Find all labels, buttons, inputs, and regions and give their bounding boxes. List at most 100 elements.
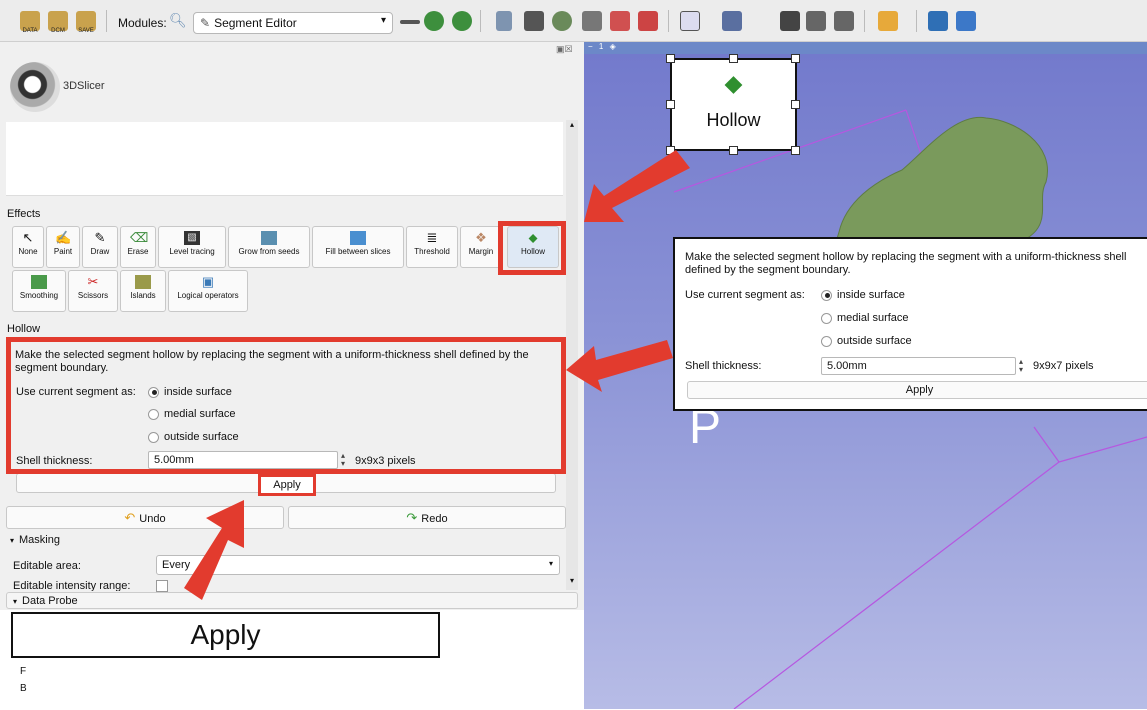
margin-icon: ❖	[475, 230, 487, 245]
resize-handle	[791, 54, 800, 63]
redo-label: Redo	[421, 513, 448, 525]
radio-label: medial surface	[837, 312, 909, 324]
probe-b-label: B	[20, 683, 27, 694]
resize-handle	[666, 100, 675, 109]
resize-handle	[791, 146, 800, 155]
data-probe-label: Data Probe	[22, 595, 78, 607]
module-search-icon[interactable]: 🔍︎	[169, 12, 187, 29]
effect-label: Draw	[90, 247, 110, 256]
effect-margin-button[interactable]: ❖ Margin	[460, 226, 502, 268]
spinbox-arrows-icon: ▴ ▾	[1019, 357, 1024, 374]
paint-icon: ✍	[55, 230, 72, 245]
editable-area-value: Every	[162, 559, 191, 571]
probe-f-label: F	[20, 666, 27, 677]
segmentation-table[interactable]	[6, 122, 563, 196]
effect-grow-from-seeds-button[interactable]: Grow from seeds	[228, 226, 310, 268]
segment-editor-icon: ✎	[200, 16, 211, 30]
extension-manager-icon[interactable]	[928, 11, 948, 31]
mouse-mode-icon[interactable]	[878, 11, 898, 31]
segment-editor-tool-icon[interactable]	[638, 11, 658, 31]
module-history-icon[interactable]	[400, 20, 420, 24]
effect-smoothing-button[interactable]: Smoothing	[12, 270, 66, 312]
apply-button[interactable]: Apply	[258, 474, 316, 496]
editable-area-select[interactable]: Every ▾	[156, 555, 560, 575]
resize-handle	[666, 54, 675, 63]
effect-none-button[interactable]: ↖ None	[12, 226, 44, 268]
extensions-icon[interactable]	[834, 11, 854, 31]
toolbar-separator	[106, 10, 107, 32]
resize-handle	[666, 146, 675, 155]
hollow-icon-callout: ⬥ Hollow	[670, 58, 797, 151]
options-zoom-callout: Make the selected segment hollow by repl…	[673, 237, 1147, 411]
level-tracing-icon: ▧	[184, 231, 200, 245]
masking-section-header[interactable]: ▾ Masking	[10, 534, 60, 546]
toolbar-separator	[916, 10, 917, 32]
radio-label: inside surface	[837, 289, 905, 301]
hollow-icon: ⬥	[724, 68, 743, 98]
draw-icon: ✎	[94, 230, 106, 245]
layout-icon[interactable]	[680, 11, 700, 31]
panel-scrollbar[interactable]	[566, 120, 578, 590]
models-icon[interactable]	[552, 11, 572, 31]
grow-from-seeds-icon	[261, 231, 277, 245]
editable-intensity-checkbox[interactable]	[156, 580, 168, 592]
volumes-icon[interactable]	[524, 11, 544, 31]
scroll-up-icon[interactable]: ▴	[566, 120, 578, 129]
effect-threshold-button[interactable]: ≣ Threshold	[406, 226, 458, 268]
effect-erase-button[interactable]: ⌫ Erase	[120, 226, 156, 268]
effect-level-tracing-button[interactable]: ▧ Level tracing	[158, 226, 226, 268]
zoom-outside-surface-radio: outside surface	[821, 335, 912, 347]
module-panel: ▣☒ 3DSlicer ▴ ▾ Effects ↖ None ✍ Paint ✎ Dr…	[0, 42, 584, 710]
effect-label: Grow from seeds	[238, 247, 300, 256]
effect-draw-button[interactable]: ✎ Draw	[82, 226, 118, 268]
scroll-down-icon[interactable]: ▾	[566, 576, 578, 585]
effect-paint-button[interactable]: ✍ Paint	[46, 226, 80, 268]
chevron-down-icon: ▾	[548, 559, 553, 568]
hollow-highlight-box	[498, 221, 566, 275]
resize-handle	[791, 100, 800, 109]
collapse-arrow-icon: ▾	[13, 597, 18, 606]
effect-fill-between-slices-button[interactable]: Fill between slices	[312, 226, 404, 268]
threshold-icon: ≣	[426, 230, 438, 245]
back-icon[interactable]	[424, 11, 444, 31]
markups-icon[interactable]	[610, 11, 630, 31]
effect-logical-operators-button[interactable]: ▣ Logical operators	[168, 270, 248, 312]
resize-handle	[729, 146, 738, 155]
effect-label: Islands	[130, 291, 156, 300]
toolbar-separator	[864, 10, 865, 32]
effect-scissors-button[interactable]: ✂ Scissors	[68, 270, 118, 312]
radio-icon	[821, 335, 832, 347]
data-label: DATA	[22, 28, 38, 34]
effects-label: Effects	[7, 208, 41, 220]
resize-handle	[729, 54, 738, 63]
islands-icon	[135, 275, 151, 289]
main-toolbar: DATA DCM SAVE Modules: 🔍︎ ✎ Segment Edito…	[0, 0, 1147, 42]
scene-view-icon[interactable]	[806, 11, 826, 31]
panel-float-close-icon[interactable]: ▣☒	[556, 44, 573, 55]
python-console-icon[interactable]	[956, 11, 976, 31]
dcm-label: DCM	[51, 28, 65, 34]
zoom-inside-surface-radio: inside surface	[821, 289, 905, 301]
undo-button[interactable]: ↶ Undo	[6, 506, 284, 529]
toolbar-separator	[668, 10, 669, 32]
transforms-icon[interactable]	[582, 11, 602, 31]
bbox-edge	[1058, 436, 1147, 463]
redo-button[interactable]: ↷ Redo	[288, 506, 566, 529]
effect-label: Erase	[127, 247, 149, 256]
effect-islands-button[interactable]: Islands	[120, 270, 166, 312]
zoom-use-current-label: Use current segment as:	[685, 289, 805, 301]
data-probe-header[interactable]: ▾ Data Probe	[6, 592, 578, 609]
zoom-shell-thickness-pixels: 9x9x7 pixels	[1033, 360, 1094, 372]
forward-icon[interactable]	[452, 11, 472, 31]
screenshot-icon[interactable]	[780, 11, 800, 31]
module-selected-label: Segment Editor	[214, 16, 297, 30]
zoom-description: Make the selected segment hollow by repl…	[685, 251, 1127, 276]
logical-operators-icon: ▣	[201, 274, 215, 289]
editable-area-label: Editable area:	[13, 560, 81, 572]
crosshair-icon[interactable]	[722, 11, 742, 31]
data-module-icon[interactable]	[496, 11, 512, 31]
eraser-icon: ⌫	[130, 230, 149, 245]
collapse-arrow-icon: ▾	[10, 536, 15, 545]
module-selector[interactable]: ✎ Segment Editor ▾	[193, 12, 393, 34]
radio-icon	[821, 312, 832, 324]
